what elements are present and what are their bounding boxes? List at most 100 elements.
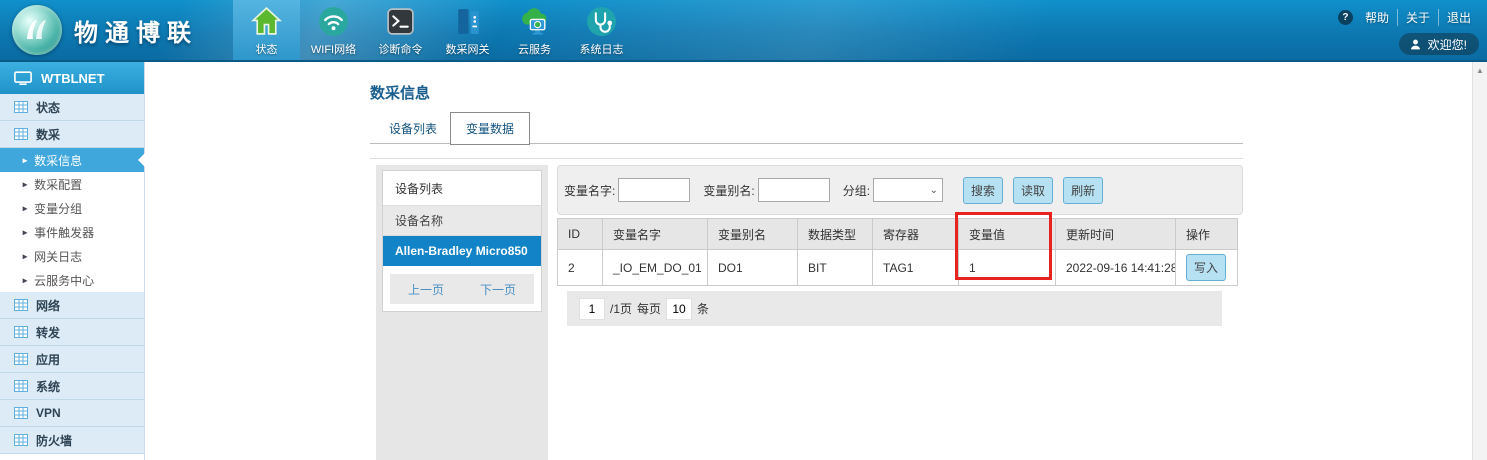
user-icon (1409, 38, 1422, 51)
filter-bar: 变量名字: 变量别名: 分组: ⌄ 搜索 读取 刷新 (557, 165, 1243, 215)
nav-item-status[interactable]: 状态 (233, 0, 300, 60)
col-id: ID (558, 219, 603, 250)
col-variable-alias: 变量别名 (708, 219, 798, 250)
variable-name-input[interactable] (618, 178, 690, 202)
nav-item-gateway[interactable]: 数采网关 (434, 0, 501, 60)
sidebar-title: WTBLNET (0, 62, 144, 94)
tab-variable-data[interactable]: 变量数据 (450, 112, 530, 145)
grid-icon (14, 353, 28, 365)
group-select[interactable]: ⌄ (873, 178, 943, 202)
sidebar-item-label: 转发 (36, 324, 60, 341)
brand-logo-icon (12, 5, 62, 55)
sidebar-item-datacollect-config[interactable]: ▶ 数采配置 (0, 172, 144, 196)
grid-icon (14, 101, 28, 113)
logout-link[interactable]: 退出 (1438, 9, 1479, 26)
refresh-button[interactable]: 刷新 (1063, 177, 1103, 204)
sidebar-item-event-trigger[interactable]: ▶ 事件触发器 (0, 220, 144, 244)
search-button[interactable]: 搜索 (963, 177, 1003, 204)
variable-alias-label: 变量别名: (703, 182, 754, 199)
sidebar-title-text: WTBLNET (41, 71, 105, 86)
page-number-input[interactable] (579, 298, 605, 320)
prev-page-button[interactable]: 上一页 (408, 281, 444, 298)
col-data-type: 数据类型 (798, 219, 873, 250)
variable-alias-input[interactable] (758, 178, 830, 202)
welcome-badge[interactable]: 欢迎您! (1399, 33, 1479, 55)
sidebar-item-variable-group[interactable]: ▶ 变量分组 (0, 196, 144, 220)
nav-label: 数采网关 (446, 41, 490, 57)
wifi-icon (317, 5, 350, 38)
per-page-input[interactable] (666, 298, 692, 320)
cloud-icon (518, 5, 551, 38)
top-right-links: ? 帮助 关于 退出 (1338, 9, 1479, 26)
tab-strip: 设备列表 变量数据 (370, 112, 1243, 144)
caret-right-icon: ▶ (23, 252, 28, 259)
device-row[interactable]: Allen-Bradley Micro850 (383, 236, 541, 266)
nav-label: WIFI网络 (311, 41, 356, 57)
help-link[interactable]: 帮助 (1357, 9, 1397, 26)
tab-device-list[interactable]: 设备列表 (376, 114, 450, 143)
sidebar-item-forward[interactable]: 转发 (0, 319, 144, 346)
variable-data-section: 变量名字: 变量别名: 分组: ⌄ 搜索 读取 刷新 ID 变量名字 变 (557, 165, 1243, 326)
brand-name: 物通博联 (74, 13, 198, 48)
grid-icon (14, 434, 28, 446)
help-icon: ? (1338, 10, 1353, 25)
page-count-text: /1页 (610, 300, 632, 317)
scroll-up-icon[interactable]: ▲ (1473, 62, 1487, 78)
cell-update-time: 2022-09-16 14:41:28 (1056, 250, 1176, 286)
sidebar-item-status[interactable]: 状态 (0, 94, 144, 121)
sidebar-item-datacollect-info[interactable]: ▶ 数采信息 (0, 148, 144, 172)
device-list-card: 设备列表 设备名称 Allen-Bradley Micro850 上一页 下一页 (382, 170, 542, 312)
read-button[interactable]: 读取 (1013, 177, 1053, 204)
sidebar-item-vpn[interactable]: VPN (0, 400, 144, 427)
sidebar-item-label: 数采信息 (34, 152, 82, 169)
vertical-scrollbar[interactable]: ▲ (1472, 62, 1487, 460)
per-page-label: 每页 (637, 300, 661, 317)
nav-item-diagnostic[interactable]: 诊断命令 (367, 0, 434, 60)
nav-label: 系统日志 (580, 41, 624, 57)
gateway-icon (451, 5, 484, 38)
sidebar-item-label: VPN (36, 406, 61, 420)
sidebar-item-label: 网关日志 (34, 248, 82, 265)
nav-label: 诊断命令 (379, 41, 423, 57)
home-icon (250, 5, 283, 38)
sidebar-item-label: 应用 (36, 351, 60, 368)
sidebar-item-label: 网络 (36, 297, 60, 314)
group-label: 分组: (843, 182, 870, 199)
sidebar-item-cloud-center[interactable]: ▶ 云服务中心 (0, 268, 144, 292)
nav-label: 云服务 (518, 41, 551, 57)
nav-item-syslog[interactable]: 系统日志 (568, 0, 635, 60)
variable-name-label: 变量名字: (564, 182, 615, 199)
main-content: 数采信息 设备列表 变量数据 设备列表 设备名称 Allen-Bradley M… (145, 62, 1472, 460)
page-title: 数采信息 (370, 82, 430, 103)
cell-variable-value: 1 (959, 250, 1056, 286)
sidebar-item-datacollect[interactable]: 数采 (0, 121, 144, 148)
nav-item-wifi[interactable]: WIFI网络 (300, 0, 367, 60)
sidebar-item-label: 云服务中心 (34, 272, 94, 289)
sidebar-item-label: 变量分组 (34, 200, 82, 217)
next-page-button[interactable]: 下一页 (480, 281, 516, 298)
about-link[interactable]: 关于 (1397, 9, 1438, 26)
monitor-icon (14, 71, 32, 86)
cell-variable-alias: DO1 (708, 250, 798, 286)
device-panel-backdrop: 设备列表 设备名称 Allen-Bradley Micro850 上一页 下一页 (376, 165, 548, 460)
col-variable-value: 变量值 (959, 219, 1056, 250)
nav-label: 状态 (256, 41, 278, 57)
sidebar-item-gateway-log[interactable]: ▶ 网关日志 (0, 244, 144, 268)
sidebar-item-label: 数采配置 (34, 176, 82, 193)
caret-right-icon: ▶ (23, 276, 28, 283)
cell-register: TAG1 (873, 250, 959, 286)
sidebar-item-network[interactable]: 网络 (0, 292, 144, 319)
nav-item-cloud[interactable]: 云服务 (501, 0, 568, 60)
sidebar-item-system[interactable]: 系统 (0, 373, 144, 400)
cell-data-type: BIT (798, 250, 873, 286)
sidebar-item-label: 数采 (36, 126, 60, 143)
content-divider (370, 158, 1243, 159)
sidebar-item-firewall[interactable]: 防火墙 (0, 427, 144, 454)
stethoscope-icon (585, 5, 618, 38)
device-list-title: 设备列表 (383, 171, 541, 206)
sidebar-item-label: 事件触发器 (34, 224, 94, 241)
col-variable-name: 变量名字 (603, 219, 708, 250)
write-button[interactable]: 写入 (1186, 254, 1226, 281)
caret-right-icon: ▶ (23, 228, 28, 235)
sidebar-item-application[interactable]: 应用 (0, 346, 144, 373)
